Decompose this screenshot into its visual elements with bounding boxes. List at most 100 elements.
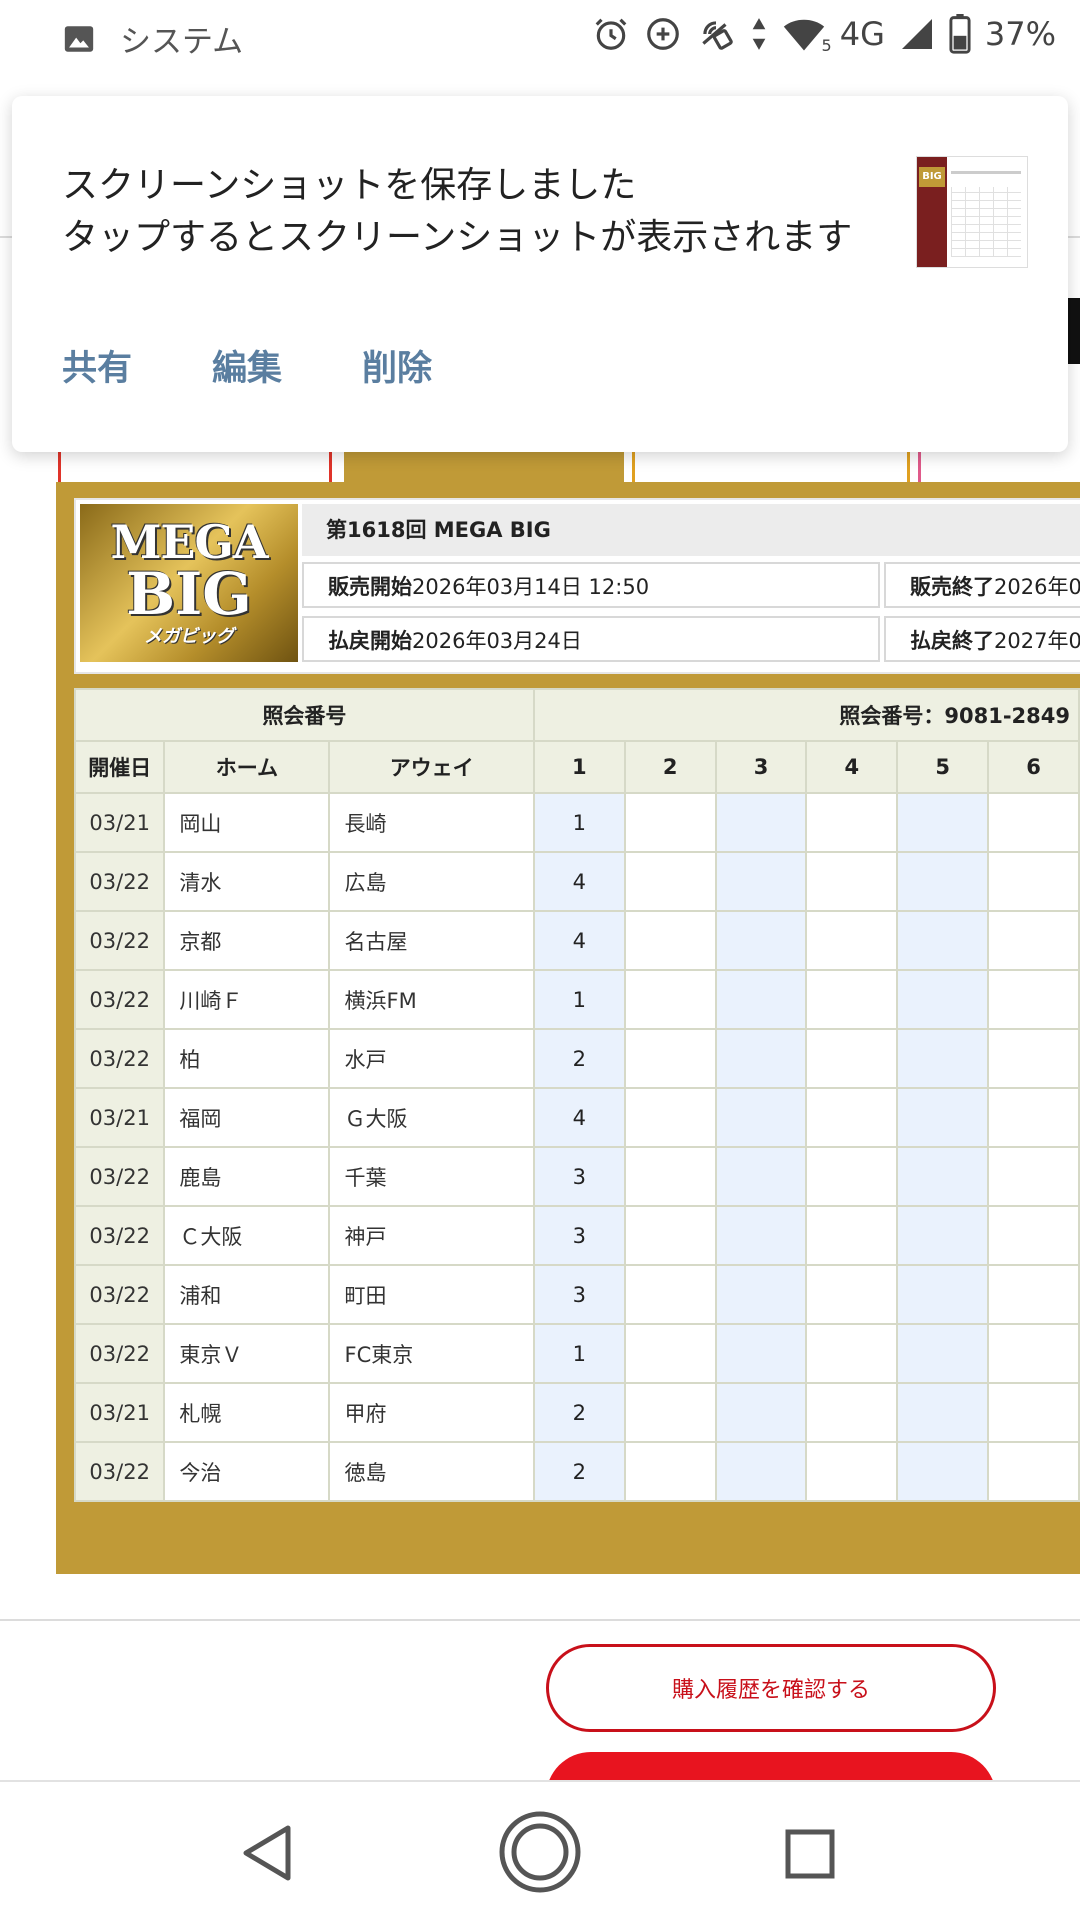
choice-5[interactable]: [896, 1146, 990, 1207]
choice-6[interactable]: [987, 910, 1080, 971]
choice-6[interactable]: [987, 1205, 1080, 1266]
choice-4[interactable]: [805, 1382, 899, 1443]
data-saver-icon: [646, 18, 679, 50]
choice-2[interactable]: [623, 1146, 717, 1207]
choice-3[interactable]: [714, 1205, 808, 1266]
choice-4[interactable]: [805, 792, 899, 853]
column-header: ホーム: [163, 740, 331, 794]
choice-4[interactable]: [805, 1146, 899, 1207]
choice-6[interactable]: [987, 792, 1080, 853]
choice-4[interactable]: [805, 851, 899, 912]
recents-icon[interactable]: [784, 1828, 836, 1880]
column-header: 4: [805, 740, 899, 794]
match-date: 03/22: [73, 1323, 166, 1384]
column-header: 3: [714, 740, 808, 794]
choice-2[interactable]: [623, 1323, 717, 1384]
choice-3[interactable]: [714, 1382, 808, 1443]
choice-2[interactable]: [623, 1382, 717, 1443]
wifi-icon: [783, 19, 824, 51]
choice-3[interactable]: [714, 910, 808, 971]
table-row: 03/22 Ｃ大阪 神戸 3: [73, 1205, 1080, 1266]
choice-6[interactable]: [987, 1087, 1080, 1148]
choice-6[interactable]: [987, 1441, 1080, 1502]
table-row: 03/22 京都 名古屋 4: [73, 910, 1080, 971]
column-header: 2: [623, 740, 717, 794]
choice-6[interactable]: [987, 851, 1080, 912]
choice-3[interactable]: [714, 969, 808, 1030]
table-row: 03/21 札幌 甲府 2: [73, 1382, 1080, 1443]
choice-3[interactable]: [714, 1323, 808, 1384]
choice-2[interactable]: [623, 1264, 717, 1325]
home-icon[interactable]: [498, 1810, 582, 1894]
choice-2[interactable]: [623, 969, 717, 1030]
choice-4[interactable]: [805, 1323, 899, 1384]
notification-title: スクリーンショットを保存しました: [62, 165, 637, 206]
choice-6[interactable]: [987, 1323, 1080, 1384]
away-team: FC東京: [328, 1323, 535, 1384]
away-team: 名古屋: [328, 910, 535, 971]
purchase-history-button[interactable]: 購入履歴を確認する: [546, 1644, 996, 1732]
home-team: Ｃ大阪: [163, 1205, 331, 1266]
ticket-table: 照会番号 照会番号：9081-2849 開催日 ホーム アウェイ 1 2 3 4 5 6 03/…: [73, 688, 1080, 1502]
choice-6[interactable]: [987, 1264, 1080, 1325]
choice-5[interactable]: [896, 1205, 990, 1266]
column-header: 5: [896, 740, 990, 794]
choice-5[interactable]: [896, 1087, 990, 1148]
choice-1: 2: [532, 1028, 626, 1089]
share-action[interactable]: 共有: [62, 340, 132, 391]
choice-4[interactable]: [805, 1205, 899, 1266]
choice-2[interactable]: [623, 910, 717, 971]
choice-3[interactable]: [714, 1264, 808, 1325]
choice-4[interactable]: [805, 1441, 899, 1502]
choice-2[interactable]: [623, 1205, 717, 1266]
choice-2[interactable]: [623, 1441, 717, 1502]
choice-1: 1: [532, 792, 626, 853]
back-icon[interactable]: [240, 1824, 294, 1882]
choice-6[interactable]: [987, 1382, 1080, 1443]
choice-5[interactable]: [896, 1323, 990, 1384]
choice-3[interactable]: [714, 1087, 808, 1148]
choice-4[interactable]: [805, 969, 899, 1030]
delete-action[interactable]: 削除: [362, 340, 432, 391]
home-team: 福岡: [163, 1087, 331, 1148]
choice-6[interactable]: [987, 1028, 1080, 1089]
table-row: 03/22 東京Ｖ FC東京 1: [73, 1323, 1080, 1384]
choice-4[interactable]: [805, 1264, 899, 1325]
screenshot-thumbnail[interactable]: BIG: [916, 156, 1028, 268]
table-row: 03/22 今治 徳島 2: [73, 1441, 1080, 1502]
choice-2[interactable]: [623, 792, 717, 853]
choice-5[interactable]: [896, 851, 990, 912]
choice-2[interactable]: [623, 1028, 717, 1089]
thumbnail-logo: BIG: [919, 167, 945, 187]
screenshot-notification[interactable]: スクリーンショットを保存しました タップするとスクリーンショットが表示されます …: [12, 96, 1068, 452]
choice-3[interactable]: [714, 851, 808, 912]
choice-3[interactable]: [714, 1146, 808, 1207]
choice-3[interactable]: [714, 1028, 808, 1089]
choice-5[interactable]: [896, 1028, 990, 1089]
match-date: 03/21: [73, 792, 166, 853]
choice-2[interactable]: [623, 851, 717, 912]
choice-5[interactable]: [896, 1441, 990, 1502]
choice-3[interactable]: [714, 792, 808, 853]
choice-4[interactable]: [805, 1087, 899, 1148]
choice-2[interactable]: [623, 1087, 717, 1148]
choice-5[interactable]: [896, 910, 990, 971]
choice-5[interactable]: [896, 969, 990, 1030]
choice-6[interactable]: [987, 1146, 1080, 1207]
data-arrows-icon: [752, 18, 766, 50]
match-date: 03/21: [73, 1087, 166, 1148]
choice-5[interactable]: [896, 792, 990, 853]
payout-start: 払戻開始2026年03月24日: [302, 616, 880, 662]
choice-1: 4: [532, 910, 626, 971]
choice-1: 2: [532, 1441, 626, 1502]
edit-action[interactable]: 編集: [212, 340, 282, 391]
away-team: 神戸: [328, 1205, 535, 1266]
choice-6[interactable]: [987, 969, 1080, 1030]
choice-4[interactable]: [805, 1028, 899, 1089]
choice-5[interactable]: [896, 1382, 990, 1443]
match-date: 03/22: [73, 1028, 166, 1089]
choice-3[interactable]: [714, 1441, 808, 1502]
payout-end: 払戻終了2027年0: [884, 616, 1080, 662]
choice-5[interactable]: [896, 1264, 990, 1325]
choice-4[interactable]: [805, 910, 899, 971]
